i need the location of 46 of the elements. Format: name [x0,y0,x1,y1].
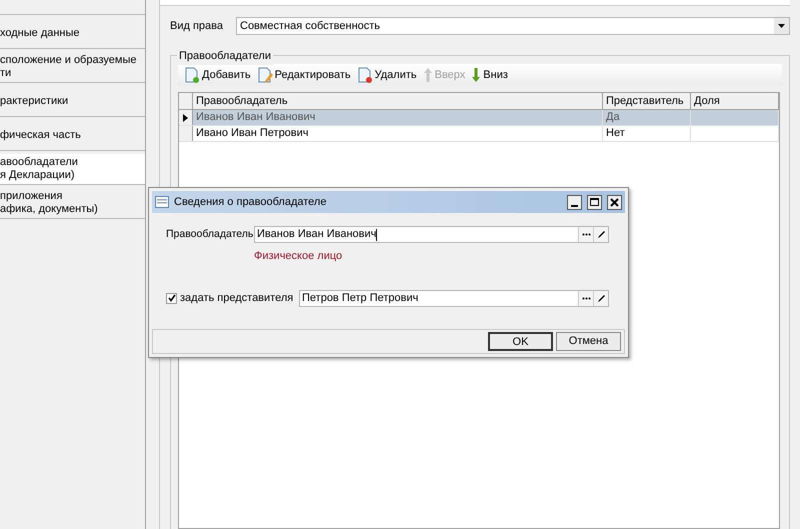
representative-checkbox[interactable]: задать представителя [166,290,299,306]
right-type-dropdown[interactable]: Совместная собственность [236,17,790,35]
checkmark-icon [168,294,176,302]
toolbar-button[interactable]: Добавить [184,66,251,84]
owner-label: Правообладатель [166,226,254,242]
owner-type-text: Физическое лицо [254,249,342,264]
down-arrow-icon [471,67,482,83]
cancel-button[interactable]: Отмена [556,332,621,351]
owner-field[interactable]: Иванов Иван Иванович [254,226,609,243]
table-row[interactable]: Иванов Иван Иванович Да [179,110,779,126]
pencil-icon [596,294,606,302]
table-cell: Ивано Иван Петрович [193,126,603,141]
dialog-title: Сведения о правообладателе [174,194,328,210]
ok-button[interactable]: OK [488,332,553,351]
pencil-icon [596,230,606,239]
ellipsis-button[interactable] [578,290,593,306]
window-icon [155,196,169,208]
table-row[interactable]: Ивано Иван Петрович Нет [179,126,779,142]
minimize-button[interactable] [567,194,582,210]
add-document-icon [184,67,200,83]
ellipsis-icon [582,296,590,300]
toolbar-button[interactable]: Редактировать [256,66,351,84]
sidebar-item[interactable]: авообладатели я Декларации) [0,154,145,185]
ellipsis-button[interactable] [578,227,593,242]
edit-button[interactable] [593,290,608,306]
column-header[interactable]: Правообладатель [193,93,603,109]
row-pointer-icon [183,114,188,122]
edit-document-icon [256,67,273,83]
column-header[interactable]: Представитель [603,93,691,109]
group-title: Правообладатели [177,48,273,64]
maximize-button[interactable] [587,194,602,210]
right-type-label: Вид права [170,18,224,34]
column-header[interactable]: Доля [691,93,779,109]
representative-field[interactable]: Петров Петр Петрович [299,290,609,306]
up-arrow-icon [422,67,433,83]
close-button[interactable] [607,194,622,210]
table-cell: Нет [603,126,691,141]
close-icon [610,198,619,206]
toolbar-button[interactable]: Удалить [356,66,417,84]
edit-button[interactable] [593,227,608,242]
table-cell: Иванов Иван Иванович [193,110,603,125]
table-cell: Да [603,110,691,125]
sidebar-item[interactable]: сположение и образуемые ти [0,52,145,83]
ellipsis-icon [582,233,590,236]
delete-document-icon [356,67,373,83]
toolbar-button[interactable]: Вниз [471,66,508,84]
